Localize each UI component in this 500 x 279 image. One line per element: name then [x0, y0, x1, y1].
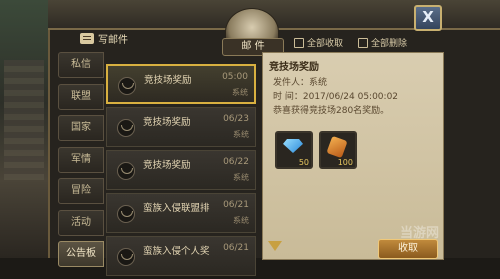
mail-title: 竞技场奖励	[143, 117, 191, 128]
reward-quantity: 100	[337, 158, 353, 167]
system-mail-icon	[117, 205, 135, 223]
reward-slot[interactable]: 50	[275, 131, 313, 169]
watermark: 当游网	[400, 226, 440, 241]
compose-label: 写邮件	[98, 35, 128, 46]
mail-list: 竞技场奖励 05:00 系统 竞技场奖励 06/23 系统 竞技场奖励 06/2…	[106, 64, 256, 279]
detail-title: 竞技场奖励	[269, 62, 319, 73]
list-item[interactable]: 竞技场奖励 05:00 系统	[106, 64, 256, 104]
mail-sender: 系统	[232, 88, 248, 97]
detail-time: 时 间：2017/06/24 05:00:02	[273, 92, 399, 102]
trash-icon	[358, 37, 368, 48]
collect-button[interactable]: 收取	[378, 239, 438, 259]
mail-sender: 系统	[233, 216, 249, 225]
mail-date: 06/22	[223, 157, 249, 167]
tab-military[interactable]: 军情	[58, 146, 104, 173]
collect-all-label: 全部收取	[307, 39, 344, 49]
mail-title: 竞技场奖励	[144, 75, 192, 86]
mail-title: 蛮族入侵个人奖	[143, 246, 210, 257]
tab-bulletin[interactable]: 公告板	[58, 241, 104, 267]
system-mail-icon	[117, 162, 135, 180]
tab-nation[interactable]: 国家	[58, 115, 104, 141]
mail-title: 竞技场奖励	[143, 160, 191, 171]
compose-button[interactable]: 写邮件	[80, 31, 128, 46]
detail-sender: 发件人：系统	[273, 78, 328, 88]
list-item[interactable]: 蛮族入侵个人奖 06/21	[106, 236, 256, 276]
system-mail-icon	[117, 119, 135, 137]
tab-private[interactable]: 私信	[58, 52, 104, 78]
tab-events[interactable]: 活动	[58, 209, 104, 236]
collect-icon	[294, 37, 304, 48]
system-mail-icon	[117, 248, 135, 266]
mail-sender: 系统	[233, 173, 249, 182]
mail-date: 06/23	[223, 114, 249, 124]
system-mail-icon	[118, 77, 136, 95]
close-button[interactable]: X	[414, 5, 442, 31]
mail-sender: 系统	[233, 130, 249, 139]
mail-title: 蛮族入侵联盟排	[143, 203, 210, 214]
delete-all-button[interactable]: 全部删除	[358, 36, 407, 49]
mail-date: 06/21	[223, 243, 249, 253]
list-item[interactable]: 竞技场奖励 06/22 系统	[106, 150, 256, 190]
mail-date: 06/21	[223, 200, 249, 210]
reward-quantity: 50	[298, 158, 309, 167]
detail-body: 恭喜获得竞技场280名奖励。	[273, 106, 390, 116]
collect-all-button[interactable]: 全部收取	[294, 36, 343, 49]
scroll-icon	[326, 135, 348, 159]
diamond-icon	[283, 139, 303, 153]
tab-alliance[interactable]: 联盟	[58, 83, 104, 110]
delete-all-label: 全部删除	[371, 39, 408, 49]
reward-slot[interactable]: 100	[319, 131, 357, 169]
mail-date: 05:00	[222, 72, 248, 82]
tower-image	[4, 60, 44, 180]
category-tabs: 私信 联盟 国家 军情 冒险 活动 公告板	[58, 52, 104, 273]
tab-adventure[interactable]: 冒险	[58, 178, 104, 204]
compose-icon	[80, 33, 94, 44]
list-item[interactable]: 竞技场奖励 06/23 系统	[106, 107, 256, 147]
list-item[interactable]: 蛮族入侵联盟排 06/21 系统	[106, 193, 256, 233]
